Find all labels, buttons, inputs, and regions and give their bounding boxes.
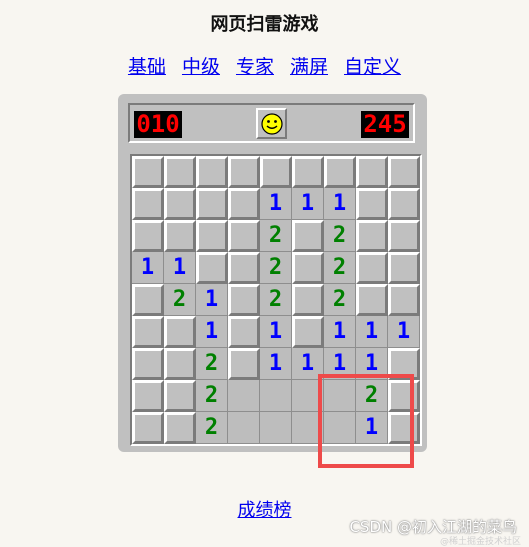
smiley-face-icon xyxy=(260,112,283,135)
grid-cell[interactable]: 2 xyxy=(196,380,228,412)
grid-cell[interactable]: 1 xyxy=(260,316,292,348)
grid-cell[interactable] xyxy=(228,284,260,316)
level-custom-link[interactable]: 自定义 xyxy=(344,52,401,79)
grid-cell[interactable] xyxy=(228,188,260,220)
grid-cell[interactable] xyxy=(260,156,292,188)
grid-cell[interactable] xyxy=(228,316,260,348)
grid-cell[interactable] xyxy=(292,284,324,316)
grid-cell[interactable] xyxy=(292,316,324,348)
grid-cell[interactable] xyxy=(388,156,420,188)
grid-cell[interactable]: 1 xyxy=(260,188,292,220)
grid-cell[interactable] xyxy=(292,156,324,188)
grid-cell[interactable] xyxy=(292,252,324,284)
grid-cell[interactable] xyxy=(292,220,324,252)
grid-cell[interactable]: 1 xyxy=(388,316,420,348)
level-links: 基础 中级 专家 满屏 自定义 xyxy=(0,52,529,79)
level-expert-link[interactable]: 专家 xyxy=(236,52,274,79)
level-intermediate-link[interactable]: 中级 xyxy=(182,52,220,79)
grid-cell[interactable] xyxy=(132,316,164,348)
timer-display: 245 xyxy=(361,111,409,138)
grid-cell[interactable]: 2 xyxy=(260,252,292,284)
grid-cell[interactable] xyxy=(324,156,356,188)
grid-cell[interactable] xyxy=(356,156,388,188)
grid-cell[interactable] xyxy=(132,348,164,380)
page-title: 网页扫雷游戏 xyxy=(210,14,319,35)
mine-counter: 010 xyxy=(134,111,182,138)
grid-cell[interactable]: 1 xyxy=(356,316,388,348)
grid-cell[interactable] xyxy=(164,156,196,188)
grid-cell[interactable]: 1 xyxy=(196,284,228,316)
watermark-sub: @稀土掘金技术社区 xyxy=(439,537,521,547)
grid-cell[interactable]: 1 xyxy=(324,188,356,220)
grid-cell[interactable]: 2 xyxy=(164,284,196,316)
grid-cell[interactable] xyxy=(228,252,260,284)
grid-cell[interactable] xyxy=(164,188,196,220)
grid-cell[interactable] xyxy=(228,156,260,188)
grid-cell[interactable]: 2 xyxy=(324,284,356,316)
grid-cell[interactable]: 2 xyxy=(324,220,356,252)
grid-cell[interactable] xyxy=(356,188,388,220)
grid-cell[interactable] xyxy=(132,380,164,412)
grid-cell[interactable] xyxy=(132,220,164,252)
grid-cell[interactable] xyxy=(388,220,420,252)
reset-face-button[interactable] xyxy=(256,108,287,139)
grid-cell[interactable]: 2 xyxy=(260,220,292,252)
grid-cell[interactable]: 2 xyxy=(196,412,228,444)
grid-cell[interactable] xyxy=(132,188,164,220)
grid-cell[interactable]: 2 xyxy=(196,348,228,380)
grid-cell xyxy=(228,380,260,412)
grid-cell[interactable] xyxy=(388,252,420,284)
grid-cell[interactable] xyxy=(164,316,196,348)
grid-cell[interactable] xyxy=(228,348,260,380)
grid-cell xyxy=(228,412,260,444)
grid-cell xyxy=(260,380,292,412)
grid-cell[interactable] xyxy=(196,252,228,284)
grid-cell[interactable]: 2 xyxy=(260,284,292,316)
grid-cell[interactable] xyxy=(356,220,388,252)
grid-cell[interactable] xyxy=(132,412,164,444)
grid-cell[interactable] xyxy=(164,348,196,380)
level-fullscreen-link[interactable]: 满屏 xyxy=(290,52,328,79)
grid-cell[interactable] xyxy=(388,284,420,316)
grid-cell[interactable] xyxy=(388,188,420,220)
leaderboard-link[interactable]: 成绩榜 xyxy=(238,500,292,521)
grid-cell[interactable]: 2 xyxy=(324,252,356,284)
grid-cell[interactable]: 1 xyxy=(292,188,324,220)
grid-cell[interactable] xyxy=(196,156,228,188)
grid-cell[interactable]: 1 xyxy=(132,252,164,284)
highlight-box xyxy=(318,374,414,468)
grid-cell[interactable] xyxy=(164,412,196,444)
grid-cell[interactable]: 1 xyxy=(164,252,196,284)
grid-cell[interactable] xyxy=(196,188,228,220)
level-basic-link[interactable]: 基础 xyxy=(128,52,166,79)
board-header: 010 245 xyxy=(128,103,415,143)
grid-cell[interactable] xyxy=(196,220,228,252)
grid-cell[interactable]: 1 xyxy=(324,316,356,348)
grid-cell[interactable] xyxy=(164,220,196,252)
grid-cell[interactable] xyxy=(132,284,164,316)
grid-cell[interactable] xyxy=(356,252,388,284)
grid-cell[interactable] xyxy=(228,220,260,252)
grid-cell xyxy=(260,412,292,444)
grid-cell[interactable]: 1 xyxy=(196,316,228,348)
grid-cell[interactable] xyxy=(356,284,388,316)
grid-cell[interactable]: 1 xyxy=(260,348,292,380)
grid-cell[interactable] xyxy=(132,156,164,188)
grid-cell[interactable] xyxy=(164,380,196,412)
